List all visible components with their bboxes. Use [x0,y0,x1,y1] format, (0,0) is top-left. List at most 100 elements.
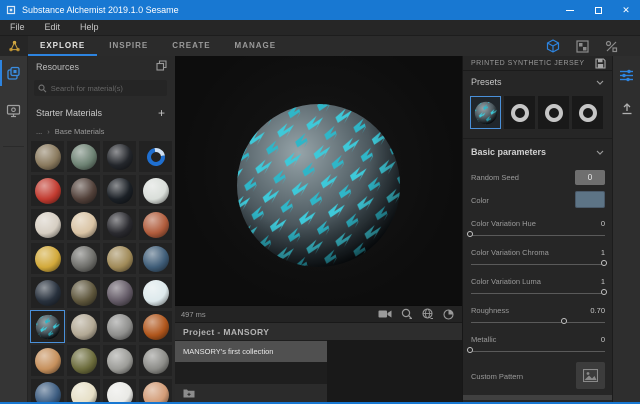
material-burlap[interactable] [31,141,64,172]
search-bar[interactable] [34,80,167,96]
custom-pattern-label: Custom Pattern [471,372,523,381]
tab-inspire[interactable]: INSPIRE [97,36,160,56]
param-slider[interactable] [471,289,605,298]
3d-view-icon[interactable] [546,39,560,53]
preset-tile-3[interactable] [538,96,569,129]
material-sphere-thumb [35,348,61,374]
parameters-icon[interactable] [613,62,640,88]
add-material-button[interactable]: + [158,108,175,118]
3d-view[interactable] [175,56,462,305]
preset-tile-4[interactable] [572,96,603,129]
param-label: Color Variation Chroma [471,248,549,257]
material-glossy-red[interactable] [31,175,64,206]
breadcrumb-ellipsis[interactable]: ... [28,127,42,136]
export-icon[interactable] [613,96,640,122]
chevron-down-icon[interactable] [596,150,612,155]
split-view-icon[interactable] [605,40,618,53]
slider-knob[interactable] [467,347,473,353]
menu-file[interactable]: File [0,20,35,35]
material-rust-orange[interactable] [139,311,172,342]
material-mauve-stone[interactable] [103,277,136,308]
material-clay-orange[interactable] [31,345,64,376]
material-mosaic[interactable] [103,243,136,274]
material-sphere-thumb [35,144,61,170]
collections-icon[interactable] [0,60,27,86]
material-sphere-thumb [143,382,169,403]
material-corrugated-gray[interactable] [139,345,172,376]
material-sphere-thumb [71,144,97,170]
material-gold[interactable] [31,243,64,274]
material-steel-blue[interactable] [139,243,172,274]
tab-manage[interactable]: MANAGE [223,36,289,56]
material-plaster[interactable] [31,209,64,240]
param-row: Color Variation Luma1 [471,277,605,286]
minimize-button[interactable] [556,0,584,20]
material-preview-sphere[interactable] [236,103,401,268]
material-black-chrome[interactable] [103,175,136,206]
material-marble-white[interactable] [103,379,136,402]
material-charcoal[interactable] [103,209,136,240]
material-sphere-thumb [107,144,133,170]
material-printed-synthetic-jersey[interactable] [31,311,64,342]
chevron-down-icon[interactable] [596,80,612,85]
close-button[interactable]: ✕ [612,0,640,20]
tab-explore[interactable]: EXPLORE [28,36,97,56]
search-input[interactable] [51,84,163,93]
scrollbar[interactable] [463,395,612,400]
camera-icon[interactable] [378,309,392,319]
resources-panel: Resources Starter Materials + ... › Base… [28,56,175,402]
slider-knob[interactable] [467,231,473,237]
material-paper-cream[interactable] [67,379,100,402]
material-sphere-thumb [35,212,61,238]
material-moss-green[interactable] [67,345,100,376]
search-icon [38,84,47,93]
material-loading[interactable] [139,141,172,172]
duplicate-panel-icon[interactable] [156,58,175,76]
2d-view-icon[interactable] [576,40,589,53]
material-sage-green[interactable] [67,141,100,172]
material-plain-gray[interactable] [103,311,136,342]
preset-tile-2[interactable] [504,96,535,129]
collection-item[interactable]: MANSORY's first collection [175,341,327,362]
param-slider[interactable] [471,347,605,356]
environment-icon[interactable] [422,308,434,320]
menu-help[interactable]: Help [70,20,109,35]
slider-knob[interactable] [601,289,607,295]
main-tab-bar: EXPLORE INSPIRE CREATE MANAGE [0,36,640,56]
custom-pattern-button[interactable] [576,362,605,389]
tab-create[interactable]: CREATE [160,36,222,56]
color-swatch[interactable] [575,191,605,208]
breadcrumb-current[interactable]: Base Materials [55,127,105,136]
material-matte-white[interactable] [139,175,172,206]
material-glossy-black[interactable] [103,141,136,172]
param-slider[interactable] [471,260,605,269]
slider-knob[interactable] [601,260,607,266]
material-sandstone[interactable] [67,209,100,240]
preset-tile-1[interactable] [470,96,501,129]
save-icon[interactable] [595,58,612,69]
material-navy-metal[interactable] [31,277,64,308]
material-concrete[interactable] [103,345,136,376]
param-slider[interactable] [471,318,605,327]
slider-knob[interactable] [561,318,567,324]
add-collection-button[interactable] [175,384,327,402]
material-peach[interactable] [139,379,172,402]
param-label: Metallic [471,335,496,344]
random-seed-button[interactable]: 0 [575,170,605,185]
material-asphalt-gray[interactable] [67,243,100,274]
material-terracotta[interactable] [139,209,172,240]
add-folder-icon [183,388,195,398]
project-header: Project - MANSORY [175,322,462,340]
maximize-button[interactable] [584,0,612,20]
material-olive[interactable] [67,277,100,308]
material-stone-beige[interactable] [67,311,100,342]
menu-edit[interactable]: Edit [35,20,71,35]
render-sphere-icon[interactable] [443,309,454,320]
material-sphere-thumb [35,382,61,403]
material-denim-blue[interactable] [31,379,64,402]
param-slider[interactable] [471,231,605,240]
orbit-zoom-icon[interactable] [401,308,413,320]
material-leather-brown[interactable] [67,175,100,206]
material-ice-white[interactable] [139,277,172,308]
display-settings-icon[interactable] [0,98,27,124]
